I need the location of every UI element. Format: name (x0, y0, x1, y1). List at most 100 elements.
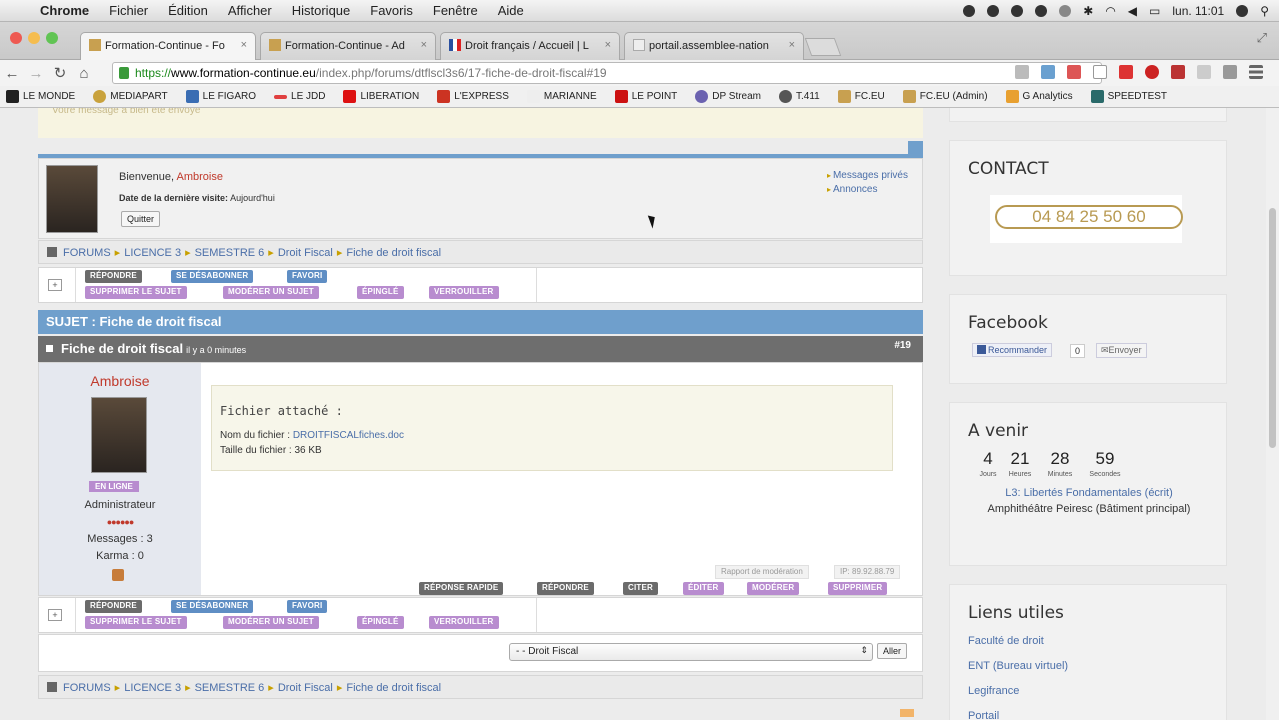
phone-number[interactable]: 04 84 25 50 60 (995, 205, 1183, 229)
moderate-topic-button[interactable]: MODÉRER UN SUJET (223, 616, 319, 629)
minimize-window-icon[interactable] (28, 32, 40, 44)
address-bar[interactable]: https://www.formation-continue.eu/index.… (112, 62, 1102, 84)
bookmark-le-monde[interactable]: LE MONDE (6, 90, 75, 103)
rss-icon[interactable] (1171, 65, 1185, 79)
link-portail[interactable]: Portail (968, 704, 1068, 720)
post-reply-button[interactable]: RÉPONDRE (537, 582, 594, 595)
back-icon[interactable]: ← (0, 65, 24, 82)
breadcrumb-forums[interactable]: FORUMS (63, 682, 111, 694)
bookmark-lexpress[interactable]: L'EXPRESS (437, 90, 509, 103)
bookmark-mediapart[interactable]: MEDIAPART (93, 90, 168, 103)
post-title[interactable]: Fiche de droit fiscal (61, 341, 183, 356)
link-legifrance[interactable]: Legifrance (968, 679, 1068, 704)
new-tab-button[interactable] (804, 38, 842, 56)
author-avatar[interactable] (91, 397, 147, 473)
bookmark-t411[interactable]: T.411 (779, 90, 820, 103)
bookmark-le-jdd[interactable]: LE JDD (274, 91, 325, 102)
bookmark-le-point[interactable]: LE POINT (614, 90, 677, 103)
opera-icon[interactable] (1145, 65, 1159, 79)
menu-bookmarks[interactable]: Favoris (370, 3, 413, 18)
fullscreen-icon[interactable]: ⤢ (1257, 30, 1267, 46)
tab-close-icon[interactable]: × (605, 39, 611, 51)
sticky-button[interactable]: ÉPINGLÉ (357, 286, 404, 299)
sync-icon[interactable] (987, 5, 1000, 17)
user-icon[interactable] (1236, 5, 1249, 17)
announcements-link[interactable]: Annonces (827, 183, 908, 197)
favorite-button[interactable]: FAVORI (287, 600, 328, 613)
fb-send-button[interactable]: ✉Envoyer (1096, 343, 1147, 358)
cast-icon[interactable] (1041, 65, 1055, 79)
menu-icon[interactable] (1249, 65, 1263, 79)
reply-button[interactable]: RÉPONDRE (85, 600, 142, 613)
user-avatar[interactable] (46, 165, 98, 233)
reply-button[interactable]: RÉPONDRE (85, 270, 142, 283)
breadcrumb-licence3[interactable]: LICENCE 3 (124, 247, 181, 259)
rss-feed-icon[interactable] (900, 709, 914, 717)
wifi-icon[interactable]: ◠ (1105, 4, 1115, 18)
bookmark-fc-eu-admin[interactable]: FC.EU (Admin) (902, 90, 988, 103)
calendar-icon[interactable] (1197, 65, 1211, 79)
author-name[interactable]: Ambroise (39, 373, 201, 389)
sticky-button[interactable]: ÉPINGLÉ (357, 616, 404, 629)
tab-droit-francais[interactable]: Droit français / Accueil | L × (440, 32, 620, 60)
tab-formation-continue-admin[interactable]: Formation-Continue - Ad × (260, 32, 436, 60)
battery-icon[interactable]: ▭ (1149, 4, 1160, 18)
quote-button[interactable]: CITER (623, 582, 658, 595)
bookmark-marianne[interactable]: MARIANNE (526, 90, 597, 103)
delete-topic-button[interactable]: SUPPRIMER LE SUJET (85, 286, 187, 299)
menu-edit[interactable]: Édition (168, 3, 208, 18)
forward-icon[interactable]: → (24, 65, 48, 82)
scrollbar-thumb[interactable] (1269, 208, 1276, 448)
display-icon[interactable] (1035, 5, 1048, 17)
breadcrumb-droit-fiscal[interactable]: Droit Fiscal (278, 682, 333, 694)
tab-close-icon[interactable]: × (241, 39, 247, 51)
dropbox-icon[interactable] (963, 5, 976, 17)
private-messages-link[interactable]: Messages privés (827, 169, 908, 183)
bluetooth-icon[interactable]: ✱ (1083, 4, 1093, 18)
zoom-window-icon[interactable] (46, 32, 58, 44)
close-window-icon[interactable] (10, 32, 22, 44)
moderate-post-button[interactable]: MODÉRER (747, 582, 800, 595)
bookmark-fc-eu[interactable]: FC.EU (837, 90, 885, 103)
bookmark-g-analytics[interactable]: G Analytics (1005, 90, 1073, 103)
reload-icon[interactable]: ↻ (48, 64, 72, 82)
go-button[interactable]: Aller (877, 643, 908, 659)
unsubscribe-button[interactable]: SE DÉSABONNER (171, 270, 254, 283)
clock[interactable]: lun. 11:01 (1172, 4, 1224, 18)
forum-jump-select[interactable]: - - Droit Fiscal ⇕ (509, 643, 873, 661)
edit-button[interactable]: ÉDITER (683, 582, 724, 595)
block-icon[interactable] (1119, 65, 1133, 79)
link-faculte[interactable]: Faculté de droit (968, 629, 1068, 654)
pdf-icon[interactable] (1223, 65, 1237, 79)
bookmark-le-figaro[interactable]: LE FIGARO (185, 90, 256, 103)
lock-button[interactable]: VERROUILLER (429, 286, 499, 299)
timemachine-icon[interactable] (1059, 5, 1072, 17)
menu-view[interactable]: Afficher (228, 3, 272, 18)
flag-ext-icon[interactable] (1067, 65, 1081, 79)
event-link[interactable]: L3: Libertés Fondamentales (écrit) (1005, 487, 1173, 499)
breadcrumb-semestre6[interactable]: SEMESTRE 6 (195, 247, 265, 259)
tab-assemblee-nationale[interactable]: portail.assemblee-nation × (624, 32, 804, 60)
breadcrumb-fiche[interactable]: Fiche de droit fiscal (346, 682, 441, 694)
lock-button[interactable]: VERROUILLER (429, 616, 499, 629)
delete-post-button[interactable]: SUPPRIMER (828, 582, 888, 595)
menu-history[interactable]: Historique (292, 3, 351, 18)
page-scrollbar[interactable] (1266, 108, 1279, 720)
delete-topic-button[interactable]: SUPPRIMER LE SUJET (85, 616, 187, 629)
menu-file[interactable]: Fichier (109, 3, 148, 18)
breadcrumb-droit-fiscal[interactable]: Droit Fiscal (278, 247, 333, 259)
expand-icon[interactable]: + (48, 609, 62, 621)
breadcrumb-semestre6[interactable]: SEMESTRE 6 (195, 682, 265, 694)
welcome-username[interactable]: Ambroise (177, 171, 223, 183)
tab-formation-continue[interactable]: Formation-Continue - Fo × (80, 32, 256, 60)
breadcrumb-fiche[interactable]: Fiche de droit fiscal (346, 247, 441, 259)
link-ent[interactable]: ENT (Bureau virtuel) (968, 654, 1068, 679)
quit-button[interactable]: Quitter (121, 211, 161, 227)
post-number[interactable]: #19 (894, 340, 911, 351)
volume-icon[interactable]: ◀ (1128, 4, 1137, 18)
quick-reply-button[interactable]: RÉPONSE RAPIDE (419, 582, 504, 595)
tab-close-icon[interactable]: × (789, 39, 795, 51)
menu-help[interactable]: Aide (498, 3, 524, 18)
tab-close-icon[interactable]: × (421, 39, 427, 51)
expand-icon[interactable]: + (48, 279, 62, 291)
